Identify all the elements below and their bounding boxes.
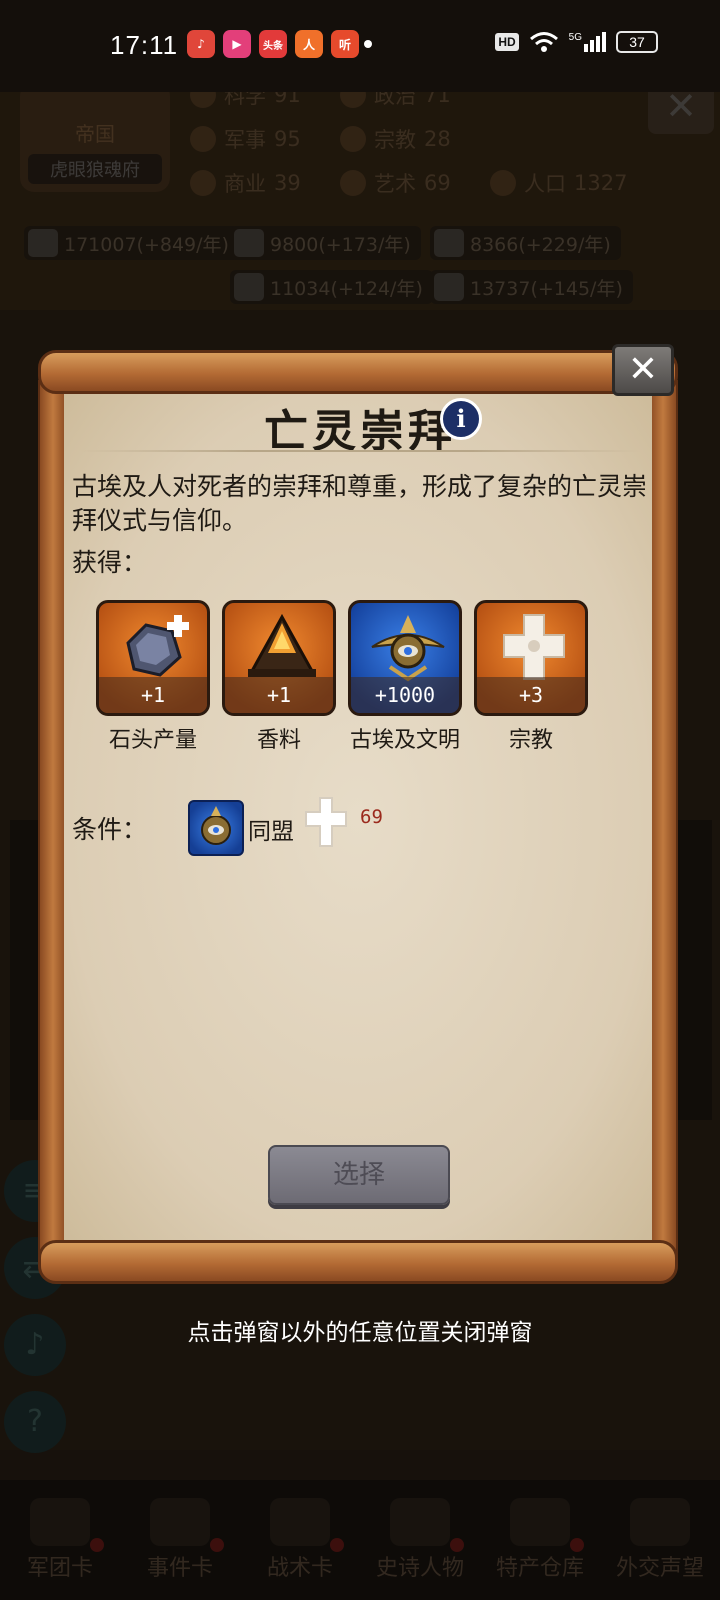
title-divider [80,450,640,452]
religion-icon [503,614,565,680]
reward-name: 古埃及文明 [349,728,460,753]
reward-amount: +1 [225,677,333,713]
battery-icon: 37 [616,31,658,53]
reward-tile: +1000 [348,600,462,716]
gain-label: 获得： [72,548,148,577]
alliance-badge[interactable] [188,800,244,856]
event-description: 古埃及人对死者的崇拜和尊重，形成了复杂的亡灵崇拜仪式与信仰。 [72,472,648,535]
egypt-civilization-icon [371,615,445,682]
reward-amount: +1 [99,677,207,713]
hd-badge: HD [495,33,519,51]
reward-name: 石头产量 [108,728,197,753]
religion-requirement-icon [305,797,347,847]
news-app-icon: 头条 [259,30,287,58]
stone-icon [126,615,189,677]
reward-tile: +1 [222,600,336,716]
scroll-top-rod [38,350,678,394]
condition-label: 条件： [72,815,148,844]
reward-amount: +1000 [351,677,459,713]
status-bar: 17:11 ♪ ▶ 头条 人 听 HD 5G 37 [0,0,720,92]
reward-name: 香料 [256,728,301,753]
listen-app-icon: 听 [331,30,359,58]
spice-icon [248,613,316,677]
wifi-icon [529,32,558,52]
dismiss-hint: 点击弹窗以外的任意位置关闭弹窗 [187,1320,533,1346]
notification-icons: ♪ ▶ 头条 人 听 [187,30,359,58]
info-icon[interactable]: i [440,398,482,440]
condition-text: 同盟 [248,819,294,845]
scroll-right-edge [648,380,678,1260]
egypt-emblem-icon [201,806,231,845]
music-app-icon: ♪ [187,30,215,58]
clock: 17:11 [110,30,179,60]
reward-tile: +3 [474,600,588,716]
reward-name: 宗教 [508,728,553,753]
reward-egypt-civilization[interactable]: +1000 古埃及文明 [348,600,462,754]
reward-amount: +3 [477,677,585,713]
video-app-icon: ▶ [223,30,251,58]
system-indicators: HD 5G 37 [495,31,658,53]
reward-religion[interactable]: +3 宗教 [474,600,588,754]
scroll-bottom-rod [38,1240,678,1284]
select-button[interactable]: 选择 [268,1145,450,1205]
people-app-icon: 人 [295,30,323,58]
religion-requirement-value: 69 [360,806,383,828]
more-notifications-dot [364,40,372,48]
reward-tile: +1 [96,600,210,716]
signal-icon: 5G [569,32,606,52]
reward-stone-output[interactable]: +1 石头产量 [96,600,210,754]
close-button[interactable]: ✕ [612,344,674,396]
reward-list: +1 石头产量 +1 香料 +1000 古埃及文明 +3 宗教 [96,600,588,754]
reward-spice[interactable]: +1 香料 [222,600,336,754]
